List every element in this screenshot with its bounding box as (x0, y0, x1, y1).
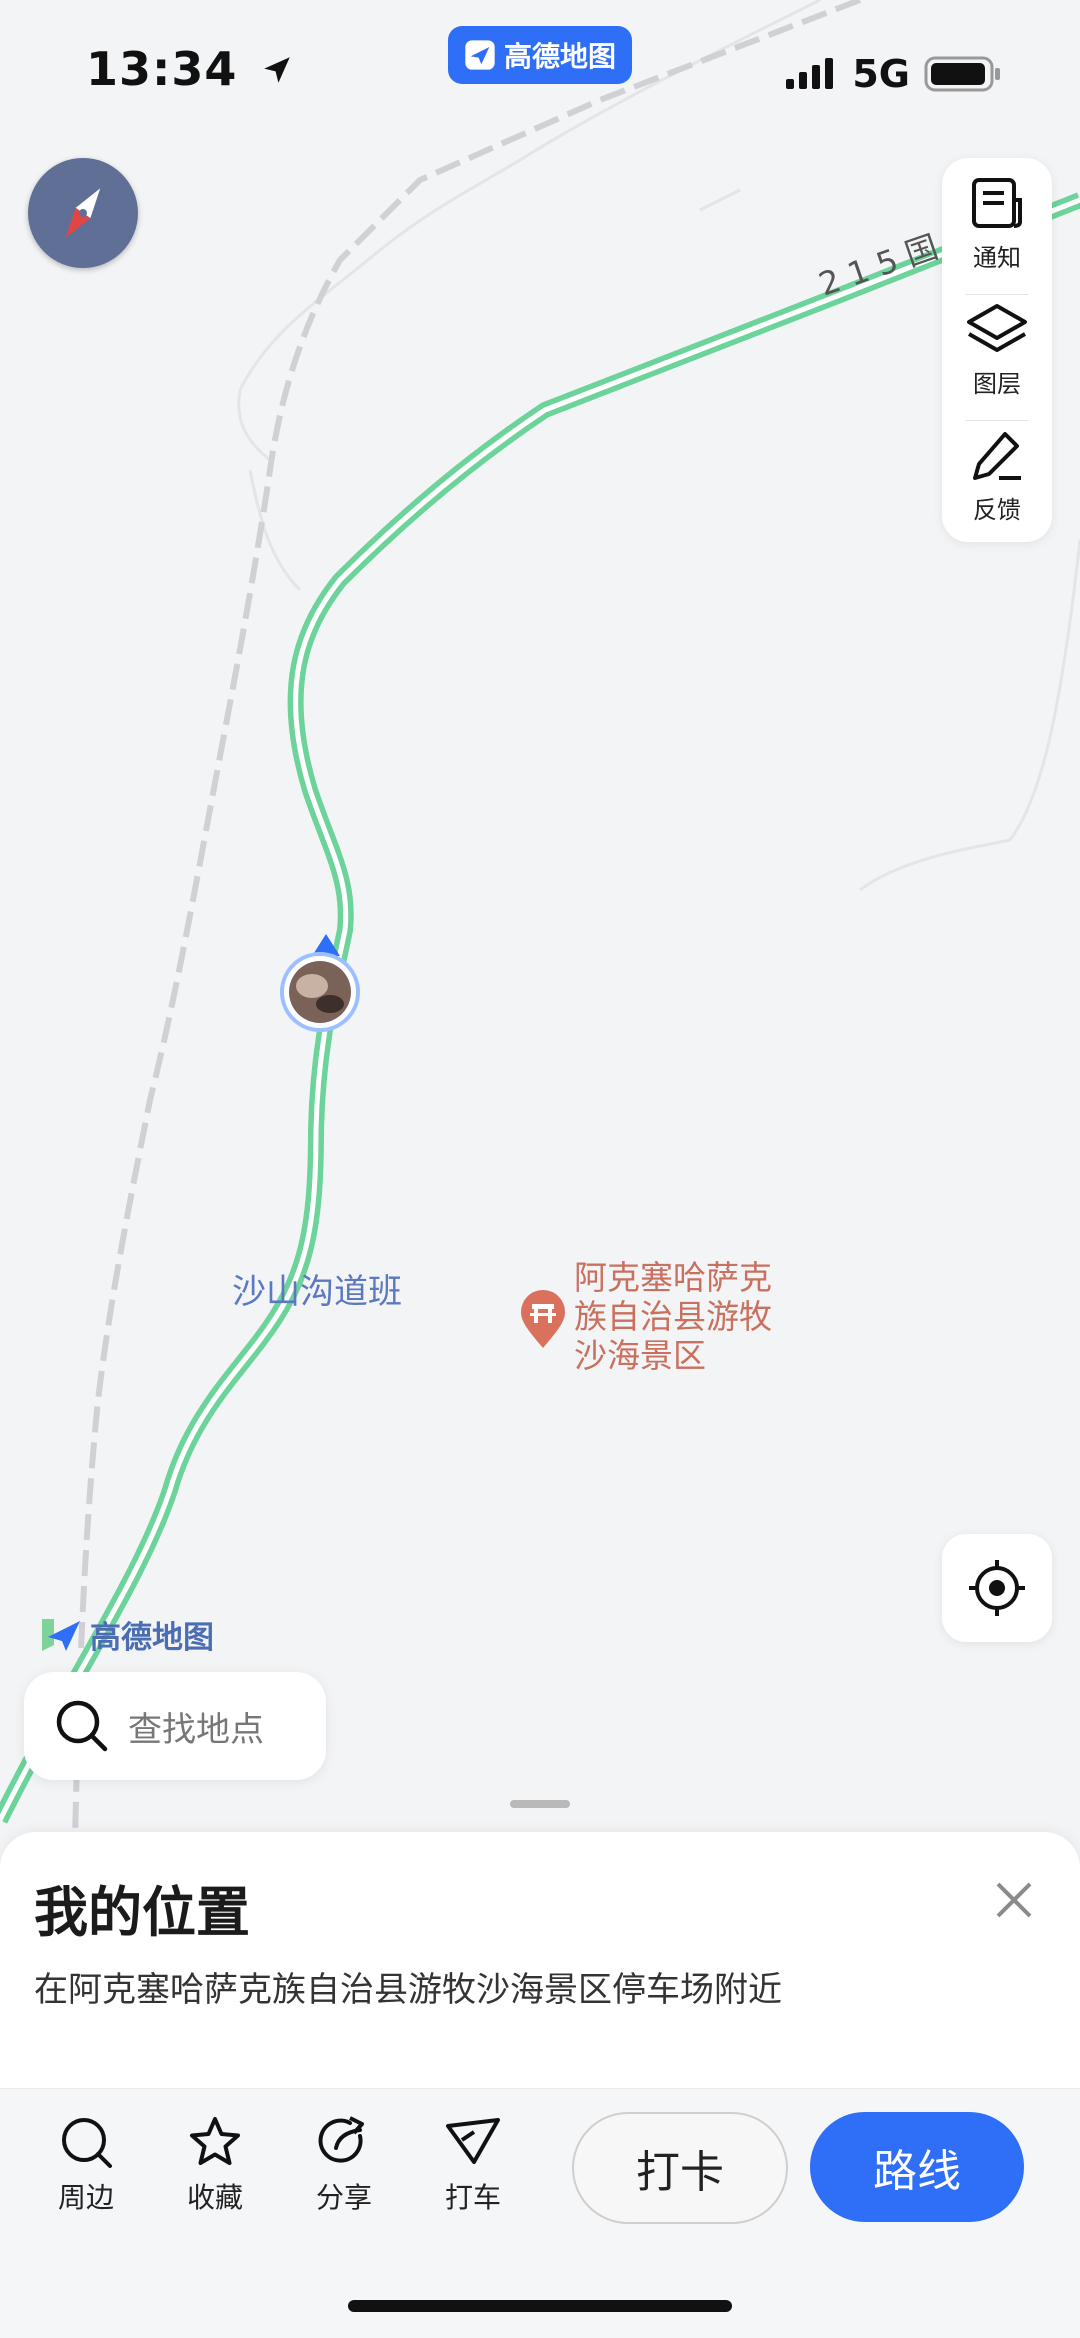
toolbar-divider (966, 294, 1028, 295)
sheet-title: 我的位置 (34, 1881, 250, 1944)
status-indicators: 5G (784, 52, 1002, 96)
search-icon (56, 1700, 108, 1752)
favorite-button[interactable]: 收藏 (165, 2114, 265, 2216)
checkin-label: 打卡 (636, 2147, 724, 2198)
scenic-gate-icon[interactable] (518, 1290, 568, 1354)
close-button[interactable] (990, 1876, 1038, 1924)
checkin-button[interactable]: 打卡 (572, 2112, 788, 2224)
star-icon (190, 2117, 240, 2165)
sheet-drag-handle[interactable] (510, 1800, 570, 1808)
share-icon (318, 2116, 364, 2163)
battery-icon (924, 56, 1000, 92)
toolbar-divider (966, 420, 1028, 421)
feedback-button[interactable]: 反馈 (942, 428, 1052, 552)
share-button[interactable]: 分享 (294, 2114, 394, 2216)
nearby-label: 周边 (57, 2181, 114, 2214)
amap-logo-icon (465, 40, 495, 70)
compass-button[interactable] (28, 158, 138, 268)
amap-logo-icon (42, 1618, 80, 1651)
map-canvas[interactable] (0, 0, 1080, 1840)
amap-logo: 高德地图 (40, 1612, 214, 1657)
taxi-button[interactable]: 打车 (423, 2114, 523, 2216)
nearby-button[interactable]: 周边 (36, 2114, 136, 2216)
status-time: 13:34 (86, 42, 294, 96)
edit-pencil-icon (973, 432, 1021, 480)
app-return-badge[interactable]: 高德地图 (448, 26, 632, 84)
layers-button[interactable]: 图层 (942, 302, 1052, 426)
favorite-label: 收藏 (186, 2181, 243, 2214)
taxi-label: 打车 (444, 2181, 501, 2214)
feedback-label: 反馈 (973, 496, 1021, 524)
notify-label: 通知 (973, 244, 1021, 272)
poi-name-label[interactable]: 阿克塞哈萨克族自治县游牧沙海景区 (574, 1258, 804, 1375)
logo-text: 高德地图 (90, 1620, 214, 1656)
signal-icon (786, 58, 834, 89)
home-indicator[interactable] (348, 2300, 732, 2312)
taxi-icon (446, 2118, 500, 2164)
search-icon (62, 2118, 112, 2168)
route-label: 路线 (873, 2146, 961, 2197)
location-description: 在阿克塞哈萨克族自治县游牧沙海景区停车场附近 (34, 1970, 782, 2010)
location-arrow-icon (264, 57, 291, 83)
search-input[interactable]: 查找地点 (128, 1702, 264, 1751)
close-icon (996, 1882, 1032, 1918)
route-button[interactable]: 路线 (810, 2112, 1024, 2222)
layers-label: 图层 (973, 370, 1021, 398)
notification-doc-icon (972, 178, 1022, 228)
notify-button[interactable]: 通知 (942, 176, 1052, 300)
share-label: 分享 (315, 2181, 372, 2214)
app-badge-label: 高德地图 (503, 40, 616, 73)
map-toolbar: 通知 图层 反馈 (942, 158, 1052, 542)
layers-icon (967, 304, 1027, 352)
compass-icon (65, 188, 101, 238)
locate-me-button[interactable] (942, 1534, 1052, 1642)
crosshair-icon (969, 1560, 1025, 1616)
place-label[interactable]: 沙山沟道班 (232, 1264, 402, 1313)
search-box[interactable]: 查找地点 (24, 1672, 326, 1780)
network-type: 5G (852, 52, 910, 96)
